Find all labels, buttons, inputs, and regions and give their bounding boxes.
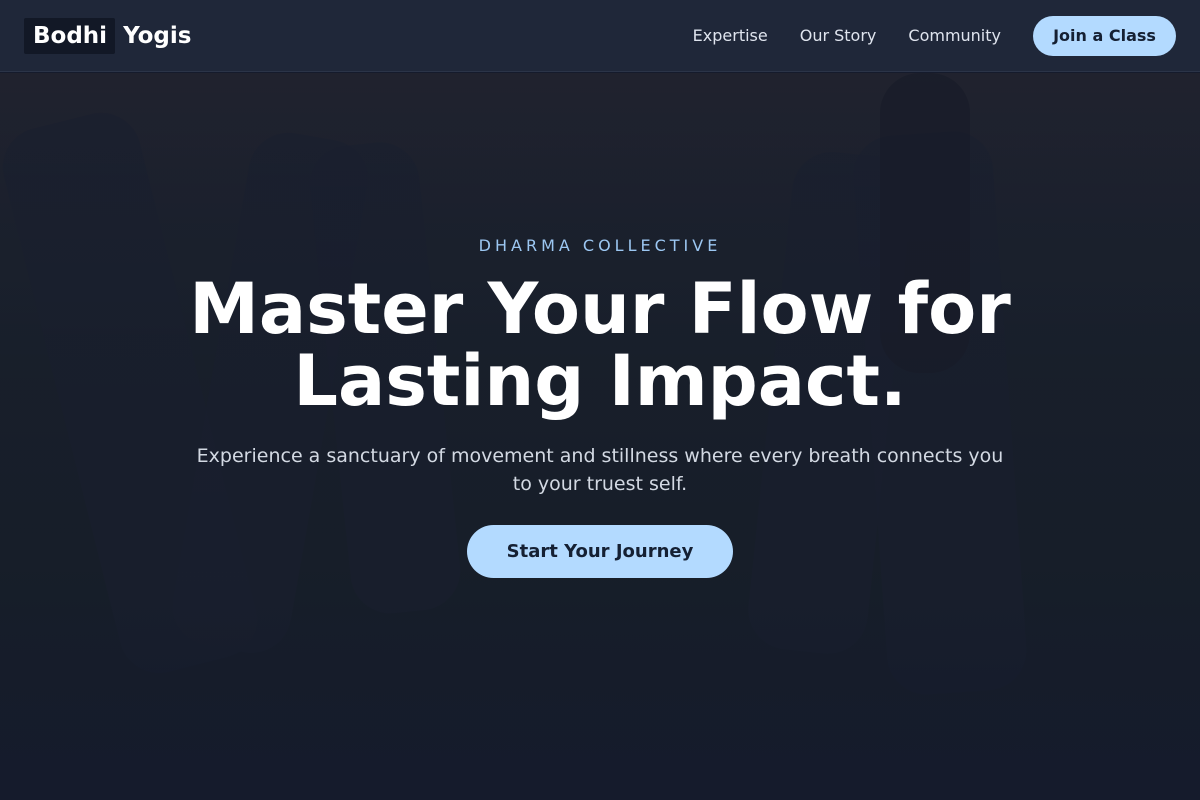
logo-word-1: Bodhi	[24, 17, 116, 54]
nav-link-expertise[interactable]: Expertise	[693, 26, 768, 45]
site-header: Bodhi Yogis Expertise Our Story Communit…	[0, 0, 1200, 72]
logo-word-2: Yogis	[123, 22, 192, 49]
nav-link-our-story[interactable]: Our Story	[800, 26, 877, 45]
hero-headline: Master Your Flow for Lasting Impact.	[0, 273, 1200, 417]
hero-section: DHARMA COLLECTIVE Master Your Flow for L…	[0, 73, 1200, 800]
main-nav: Expertise Our Story Community Join a Cla…	[693, 15, 1176, 56]
hero-eyebrow: DHARMA COLLECTIVE	[478, 236, 722, 255]
nav-link-community[interactable]: Community	[908, 26, 1001, 45]
hero-headline-line-2: Lasting Impact.	[293, 340, 907, 422]
logo[interactable]: Bodhi Yogis	[24, 17, 199, 54]
start-journey-button[interactable]: Start Your Journey	[467, 525, 733, 578]
join-class-button[interactable]: Join a Class	[1033, 15, 1176, 56]
hero-headline-line-1: Master Your Flow for	[189, 268, 1011, 350]
hero-dark-overlay	[0, 73, 1200, 800]
hero-subtext: Experience a sanctuary of movement and s…	[196, 445, 1004, 495]
